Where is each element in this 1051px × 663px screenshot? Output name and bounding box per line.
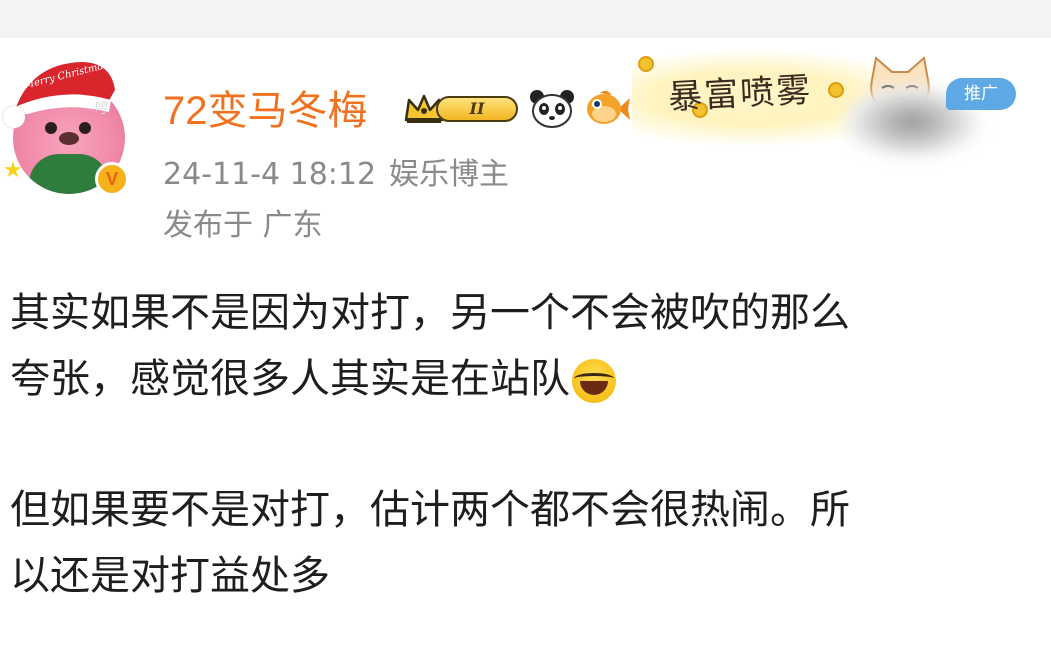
post-text-line: 以还是对打益处多 xyxy=(10,553,330,599)
avatar-nose xyxy=(59,132,79,145)
post-text-span: 夸张，感觉很多人其实是在站队 xyxy=(10,356,570,402)
author-role: 娱乐博主 xyxy=(389,157,509,192)
avatar[interactable]: Merry Christmas 哼 ★ V xyxy=(3,60,131,202)
rank-level: II xyxy=(436,96,518,122)
promotion-tag[interactable]: 推广 xyxy=(946,78,1016,110)
fish-icon[interactable] xyxy=(586,90,630,128)
author-name[interactable]: 72变马冬梅 xyxy=(163,86,368,136)
post-location: 发布于 广东 xyxy=(163,208,323,243)
panda-icon[interactable] xyxy=(530,89,574,129)
verified-badge-text: V xyxy=(105,168,118,189)
post-time: 24-11-4 18:12 xyxy=(163,157,377,192)
laughing-tears-emoji-icon xyxy=(572,359,616,403)
top-bar xyxy=(0,0,1051,38)
coin-icon xyxy=(638,56,654,72)
avatar-side-text: 哼 xyxy=(95,101,109,117)
ad-banner-text: 暴富喷雾 xyxy=(667,70,814,118)
post-text-line: 但如果要不是对打，估计两个都不会很热闹。所 xyxy=(10,487,850,533)
avatar-eye-right xyxy=(79,122,91,134)
post-text-line: 夸张，感觉很多人其实是在站队 xyxy=(10,346,1045,412)
avatar-eye-left xyxy=(45,122,57,134)
star-icon: ★ xyxy=(3,158,23,183)
hat-pom xyxy=(3,106,25,128)
post-text-line: 其实如果不是因为对打，另一个不会被吹的那么 xyxy=(10,290,850,336)
rank-badge[interactable]: II xyxy=(404,88,518,128)
verified-v-badge: V xyxy=(95,162,129,196)
coin-icon xyxy=(828,82,844,98)
